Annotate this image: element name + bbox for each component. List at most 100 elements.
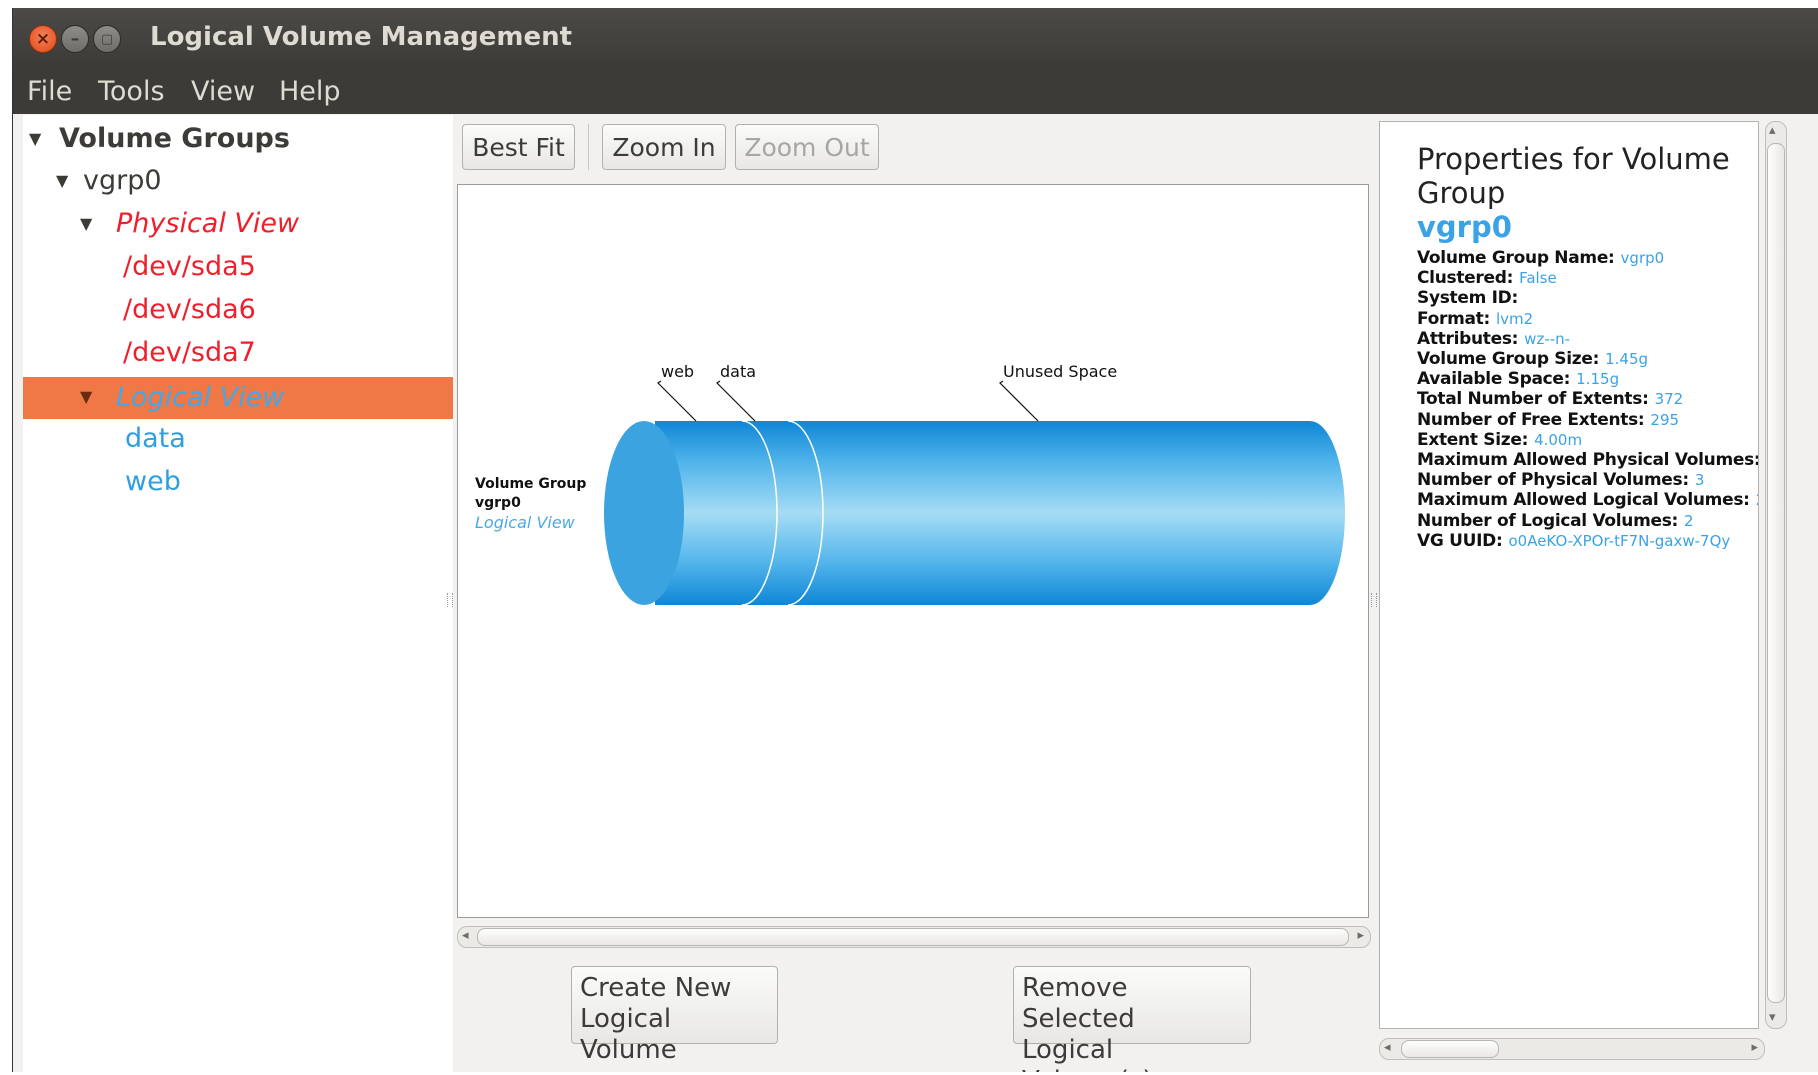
scroll-up-icon[interactable]: ▴ [1769, 123, 1776, 138]
tree-item-label: data [125, 423, 186, 454]
segment-label-data: data [720, 362, 757, 381]
tree-item-volume-groups[interactable]: ▼ Volume Groups [23, 119, 453, 159]
property-value: 2 [1684, 511, 1694, 530]
properties-horizontal-scrollbar[interactable]: ◂ ▸ [1379, 1038, 1765, 1060]
caption-line: Volume Group [475, 476, 587, 492]
expand-triangle-icon[interactable]: ▼ [80, 204, 92, 244]
property-label: Number of Logical Volumes: [1417, 510, 1679, 531]
tree-item-physical-view[interactable]: ▼ Physical View [23, 204, 453, 244]
property-value: 372 [1654, 390, 1684, 409]
tree-item-label: vgrp0 [83, 165, 162, 196]
remove-logical-volume-button[interactable]: Remove Selected Logical Volume(s) [1013, 966, 1251, 1072]
property-value: 25 [1756, 491, 1758, 509]
tree-item-web[interactable]: web [23, 462, 453, 502]
segment-label-web: web [661, 362, 695, 381]
property-row: Maximum Allowed Logical Volumes: 25 [1417, 490, 1758, 511]
scrollbar-thumb[interactable] [1767, 143, 1785, 1003]
tree-item-label: web [125, 466, 181, 497]
tree-item-sda6[interactable]: /dev/sda6 [23, 290, 453, 330]
pane-splitter-handle[interactable] [447, 593, 453, 607]
property-row: Maximum Allowed Physical Volumes:2 [1417, 450, 1759, 471]
close-window-button[interactable]: × [29, 25, 57, 53]
window-title: Logical Volume Management [150, 22, 573, 52]
property-row: Number of Logical Volumes: 2 [1417, 510, 1758, 531]
title-bar: × – ▢ Logical Volume Management [13, 8, 1818, 68]
property-label: Volume Group Name: [1417, 248, 1615, 268]
tree-item-label: /dev/sda6 [123, 294, 256, 325]
tree-item-data[interactable]: data [23, 419, 453, 459]
minimize-icon: – [70, 28, 80, 49]
create-logical-volume-button[interactable]: Create New Logical Volume [571, 966, 778, 1065]
canvas-horizontal-scrollbar[interactable]: ◂ ▸ [457, 926, 1371, 948]
property-value: wz--n- [1524, 329, 1571, 348]
property-row: Available Space: 1.15g [1417, 369, 1758, 389]
property-row: Volume Group Size: 1.45g [1417, 349, 1758, 370]
property-row: Extent Size: 4.00m [1417, 430, 1758, 450]
pane-splitter-handle[interactable] [1371, 593, 1377, 607]
property-value: False [1519, 269, 1557, 288]
property-row: Number of Free Extents: 295 [1417, 409, 1758, 430]
button-label-line: Logical Volume(s) [1022, 1035, 1153, 1072]
properties-list: Volume Group Name: vgrp0 Clustered: False Sy… [1417, 248, 1759, 551]
volume-group-canvas[interactable]: web data Unused Space Volume Group vgrp0… [457, 184, 1369, 918]
tree-item-sda7[interactable]: /dev/sda7 [23, 333, 453, 373]
property-label: Number of Physical Volumes: [1417, 470, 1689, 491]
logical-view-cylinder [604, 380, 1345, 606]
leader-line-unused [999, 380, 1039, 422]
leader-line-data [716, 380, 756, 422]
tree-item-logical-view-selected[interactable]: ▼ Logical View [23, 377, 453, 419]
maximize-window-button[interactable]: ▢ [93, 25, 121, 53]
menu-view[interactable]: View [191, 76, 255, 107]
lvm-window: × – ▢ Logical Volume Management File Too… [12, 8, 1818, 1072]
scroll-down-icon[interactable]: ▾ [1769, 1010, 1776, 1025]
tree-item-label: Physical View [116, 208, 300, 239]
expand-triangle-icon[interactable]: ▼ [29, 119, 41, 159]
property-value: 1.45g [1605, 350, 1649, 369]
property-label: Total Number of Extents: [1417, 389, 1649, 410]
property-row: Attributes: wz--n- [1417, 328, 1758, 349]
scrollbar-thumb[interactable] [1401, 1040, 1499, 1058]
zoom-in-button[interactable]: Zoom In [602, 124, 726, 170]
property-label: Clustered: [1417, 268, 1514, 289]
toolbar-separator [588, 124, 589, 170]
property-label: Format: [1417, 308, 1490, 329]
scroll-left-icon[interactable]: ◂ [1384, 1040, 1391, 1055]
property-label: System ID: [1417, 288, 1518, 309]
scrollbar-thumb[interactable] [477, 928, 1349, 946]
cylinder-end-cap [604, 421, 684, 605]
property-value: 1.15g [1576, 370, 1620, 389]
property-value: 4.00m [1534, 430, 1583, 449]
scroll-right-icon[interactable]: ▸ [1751, 1040, 1758, 1055]
tree-item-label: Logical View [116, 382, 285, 413]
caption-line: vgrp0 [475, 495, 521, 511]
expand-triangle-icon[interactable]: ▼ [80, 377, 92, 417]
maximize-icon: ▢ [100, 31, 114, 47]
volume-group-caption: Volume Group vgrp0 Logical View [475, 475, 586, 532]
tree-item-vgrp0[interactable]: ▼ vgrp0 [23, 161, 453, 201]
property-row: Clustered: False [1417, 268, 1758, 289]
property-value: lvm2 [1496, 309, 1534, 328]
menu-help[interactable]: Help [279, 76, 341, 107]
scroll-right-icon[interactable]: ▸ [1357, 928, 1364, 943]
property-label: Attributes: [1417, 328, 1519, 349]
expand-triangle-icon[interactable]: ▼ [56, 161, 68, 201]
button-label-line: Create New [580, 973, 732, 1003]
properties-vertical-scrollbar[interactable]: ▴ ▾ [1765, 121, 1787, 1029]
minimize-window-button[interactable]: – [61, 25, 89, 53]
property-row: System ID: [1417, 288, 1758, 309]
property-row: Volume Group Name: vgrp0 [1417, 248, 1758, 268]
property-row: Format: lvm2 [1417, 308, 1758, 329]
property-label: Maximum Allowed Logical Volumes: [1417, 490, 1750, 511]
property-label: Volume Group Size: [1417, 349, 1600, 370]
menu-tools[interactable]: Tools [98, 76, 165, 107]
scroll-left-icon[interactable]: ◂ [462, 928, 469, 943]
property-label: Maximum Allowed Physical Volumes: [1417, 450, 1759, 471]
tree-item-label: /dev/sda7 [123, 337, 256, 368]
tree-item-sda5[interactable]: /dev/sda5 [23, 247, 453, 287]
properties-volume-group-name: vgrp0 [1417, 210, 1512, 244]
property-label: Number of Free Extents: [1417, 409, 1645, 430]
menu-file[interactable]: File [27, 76, 72, 107]
cylinder-body [655, 421, 1345, 605]
best-fit-button[interactable]: Best Fit [462, 124, 575, 170]
property-value: vgrp0 [1620, 249, 1665, 267]
